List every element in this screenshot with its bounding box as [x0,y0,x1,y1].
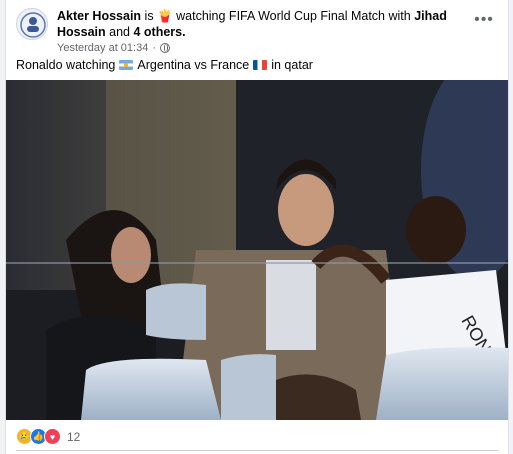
divider [16,450,498,451]
timestamp[interactable]: Yesterday at 01:34 [57,42,148,54]
avatar-image [17,9,47,39]
meta-separator: · [152,42,157,54]
post-text-part3: in qatar [271,58,313,72]
photo-scene: RONA [6,80,508,420]
post-header: Akter Hossain is 🍟 watching FIFA World C… [16,6,498,54]
avatar[interactable] [16,8,48,40]
post-text-part2: Argentina vs France [137,58,250,72]
post-headline: Akter Hossain is 🍟 watching FIFA World C… [57,8,457,40]
argentina-flag-icon [119,60,134,70]
others-link[interactable]: 4 others. [133,25,185,39]
activity-emoji: 🍟 [157,9,173,23]
post-meta: Yesterday at 01:34 · [57,42,171,54]
activity-text: watching FIFA World Cup Final Match with [176,9,411,23]
and-word: and [109,25,130,39]
post-card: Akter Hossain is 🍟 watching FIFA World C… [5,0,509,454]
reaction-count[interactable]: 12 [67,430,80,444]
more-options-button[interactable]: ••• [472,8,496,32]
author-name[interactable]: Akter Hossain [57,9,141,23]
post-text: Ronaldo watching Argentina vs France in … [16,58,313,72]
globe-icon[interactable] [160,43,171,53]
post-text-part1: Ronaldo watching [16,58,116,72]
is-word: is [144,9,154,23]
post-photo[interactable]: RONA [6,80,508,420]
love-icon: ♥ [44,428,61,445]
reactions-bar[interactable]: 😢 👍 ♥ 12 [16,428,80,445]
france-flag-icon [253,60,268,70]
